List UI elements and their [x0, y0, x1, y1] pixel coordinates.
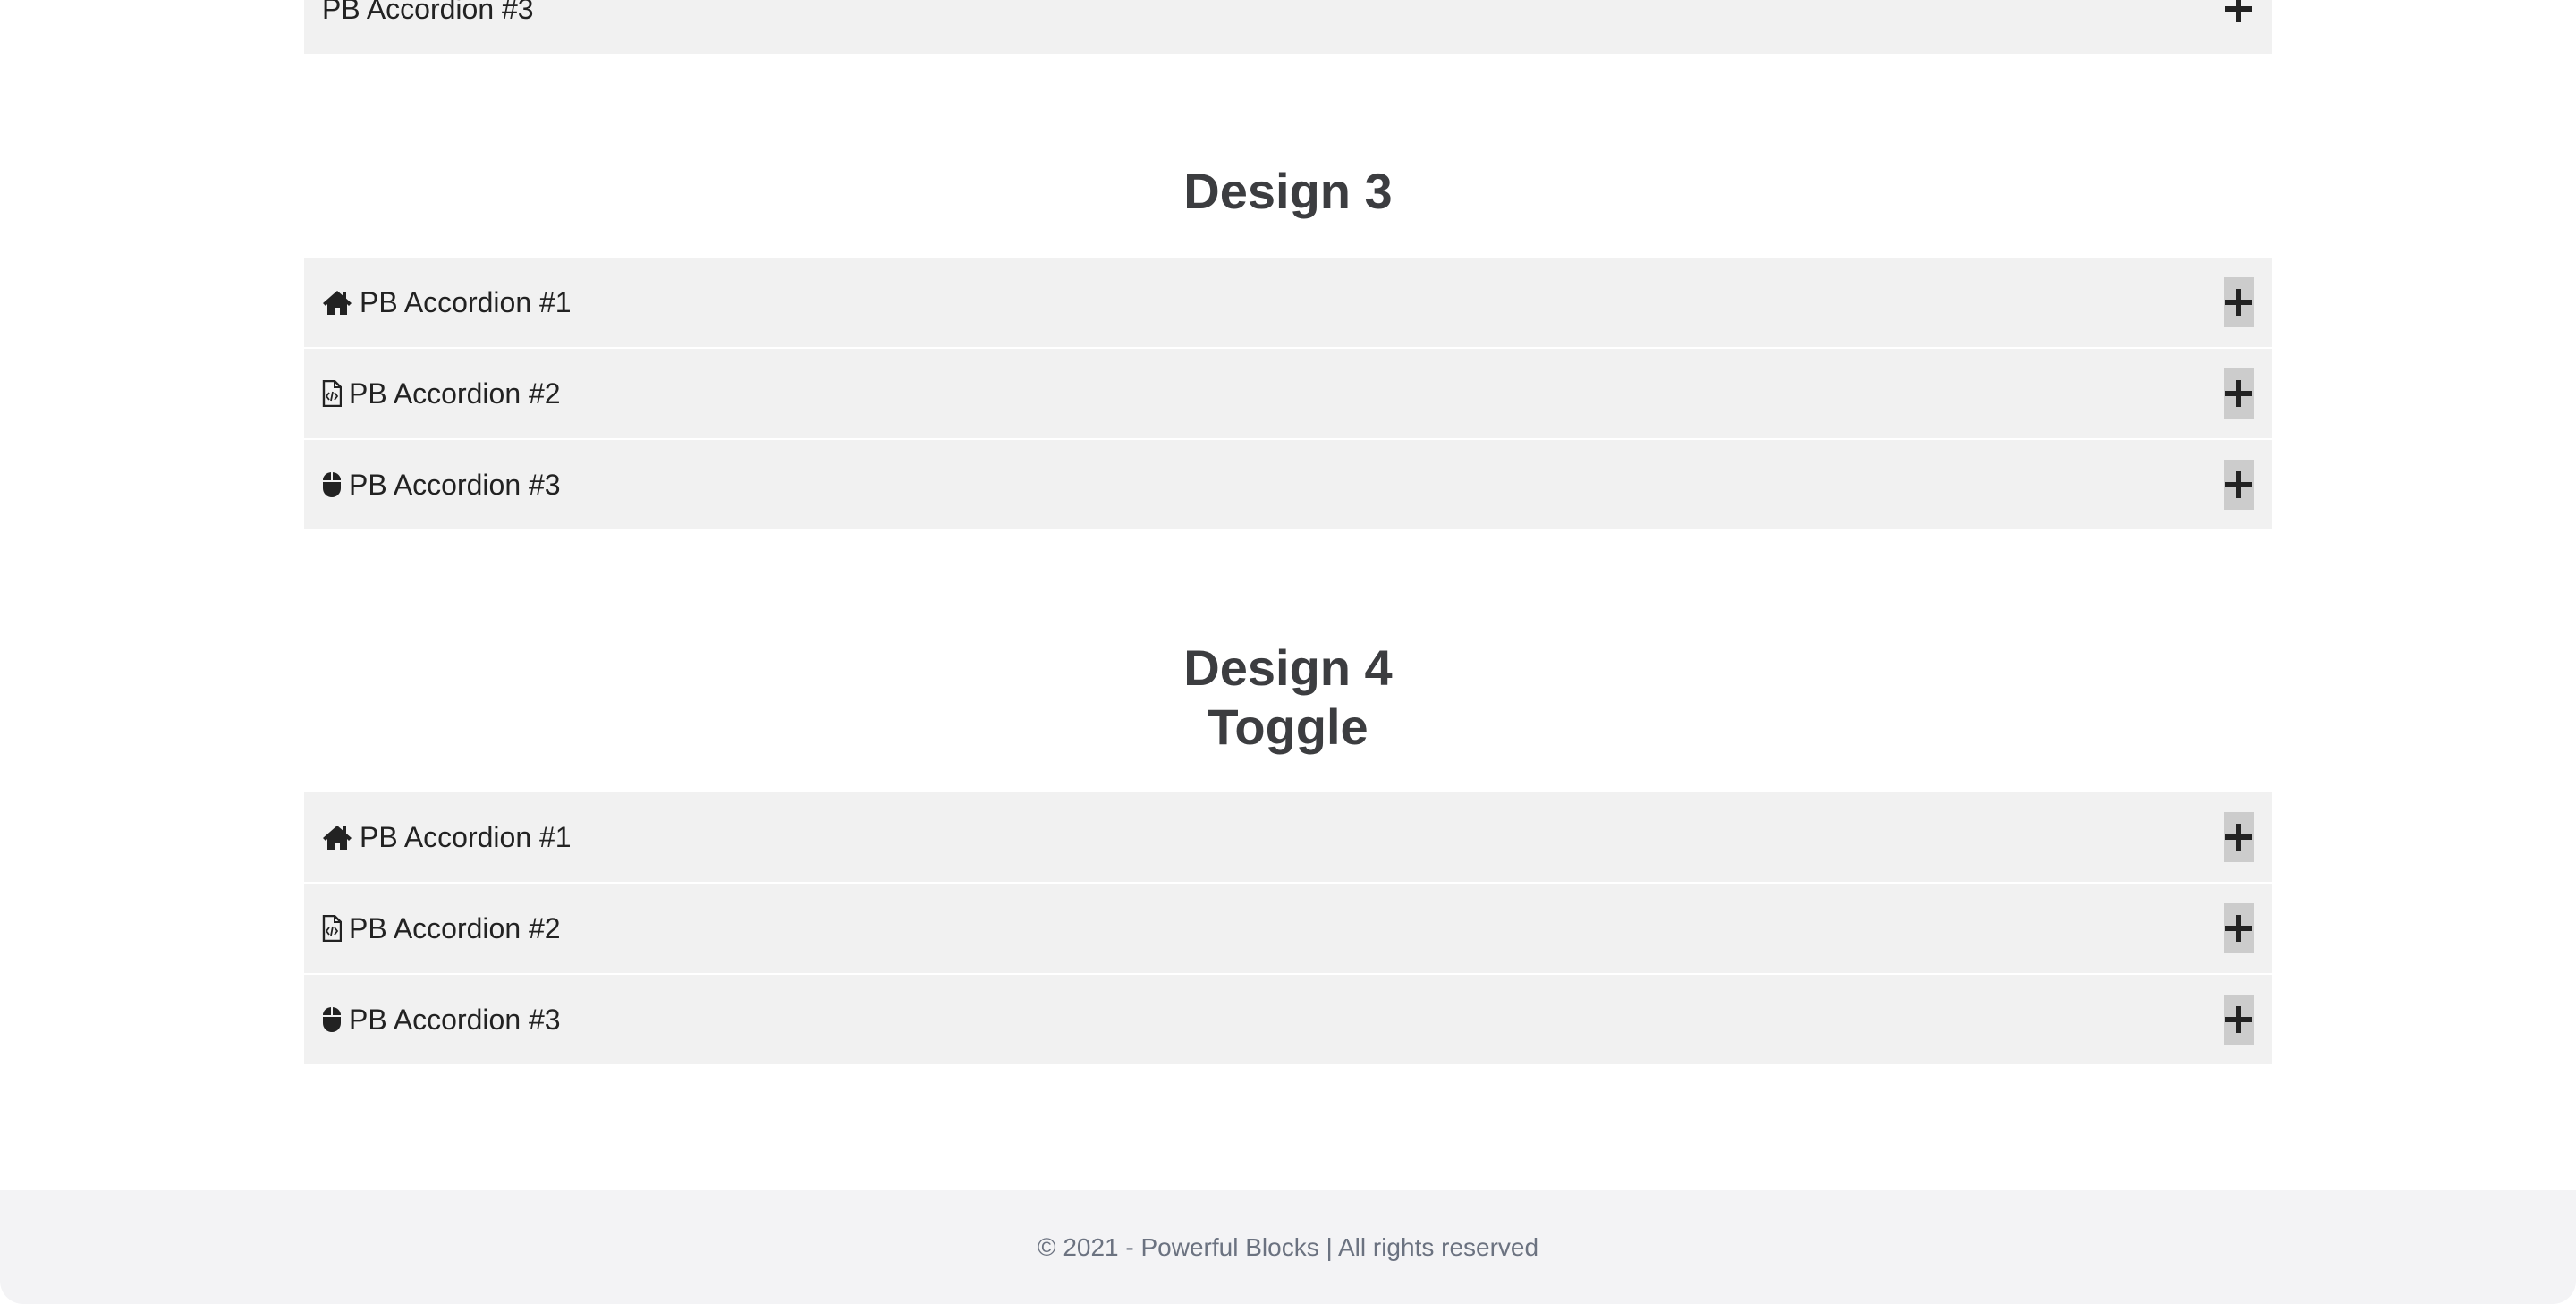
accordion-item-label: PB Accordion #1: [360, 285, 572, 318]
file-code-icon: [322, 915, 342, 942]
design4-accordion-item-2[interactable]: PB Accordion #2: [304, 884, 2272, 973]
accordion-item-label: PB Accordion #2: [349, 911, 561, 944]
plus-icon[interactable]: [2224, 812, 2254, 862]
footer: © 2021 - Powerful Blocks | All rights re…: [0, 1190, 2576, 1304]
file-code-icon: [322, 380, 342, 407]
plus-icon[interactable]: [2224, 995, 2254, 1045]
design3-accordion-item-3[interactable]: PB Accordion #3: [304, 440, 2272, 529]
design4-accordion-item-1[interactable]: PB Accordion #1: [304, 792, 2272, 882]
design2-accordion-item-3[interactable]: PB Accordion #3: [304, 0, 2272, 54]
design3-accordion: PB Accordion #1 PB Accordion #2 PB Accor…: [304, 258, 2272, 529]
plus-icon[interactable]: [2224, 0, 2254, 34]
home-icon: [322, 824, 352, 851]
accordion-item-title: PB Accordion #3: [322, 1003, 2224, 1037]
design3-accordion-item-2[interactable]: PB Accordion #2: [304, 349, 2272, 438]
design2-accordion: PB Accordion #3: [304, 0, 2272, 54]
design3-heading: Design 3: [1183, 163, 1393, 219]
accordion-item-title: PB Accordion #1: [322, 821, 2224, 854]
design4-accordion: PB Accordion #1 PB Accordion #2 PB Accor…: [304, 792, 2272, 1064]
accordion-item-label: PB Accordion #1: [360, 820, 572, 853]
plus-icon[interactable]: [2224, 368, 2254, 419]
plus-icon[interactable]: [2224, 903, 2254, 953]
design3-accordion-item-1[interactable]: PB Accordion #1: [304, 258, 2272, 347]
plus-icon[interactable]: [2224, 460, 2254, 510]
design4-heading: Design 4 Toggle: [0, 639, 2576, 757]
home-icon: [322, 289, 352, 316]
accordion-item-label: PB Accordion #3: [322, 0, 534, 25]
mouse-icon: [322, 471, 342, 498]
page: PB Accordion #3 Design 3 PB Accordion #1: [0, 0, 2576, 1304]
design4-heading-line2: Toggle: [1208, 699, 1368, 755]
accordion-item-label: PB Accordion #3: [349, 1003, 561, 1036]
accordion-item-title: PB Accordion #2: [322, 377, 2224, 411]
accordion-item-title: PB Accordion #3: [322, 0, 2224, 26]
accordion-item-label: PB Accordion #3: [349, 468, 561, 501]
mouse-icon: [322, 1006, 342, 1033]
accordion-item-title: PB Accordion #1: [322, 286, 2224, 319]
design4-heading-line1: Design 4: [1183, 639, 1393, 696]
accordion-item-title: PB Accordion #2: [322, 912, 2224, 945]
design4-accordion-item-3[interactable]: PB Accordion #3: [304, 975, 2272, 1064]
plus-icon[interactable]: [2224, 277, 2254, 327]
accordion-item-label: PB Accordion #2: [349, 377, 561, 410]
accordion-item-title: PB Accordion #3: [322, 469, 2224, 502]
footer-copyright: © 2021 - Powerful Blocks | All rights re…: [1037, 1232, 1539, 1261]
